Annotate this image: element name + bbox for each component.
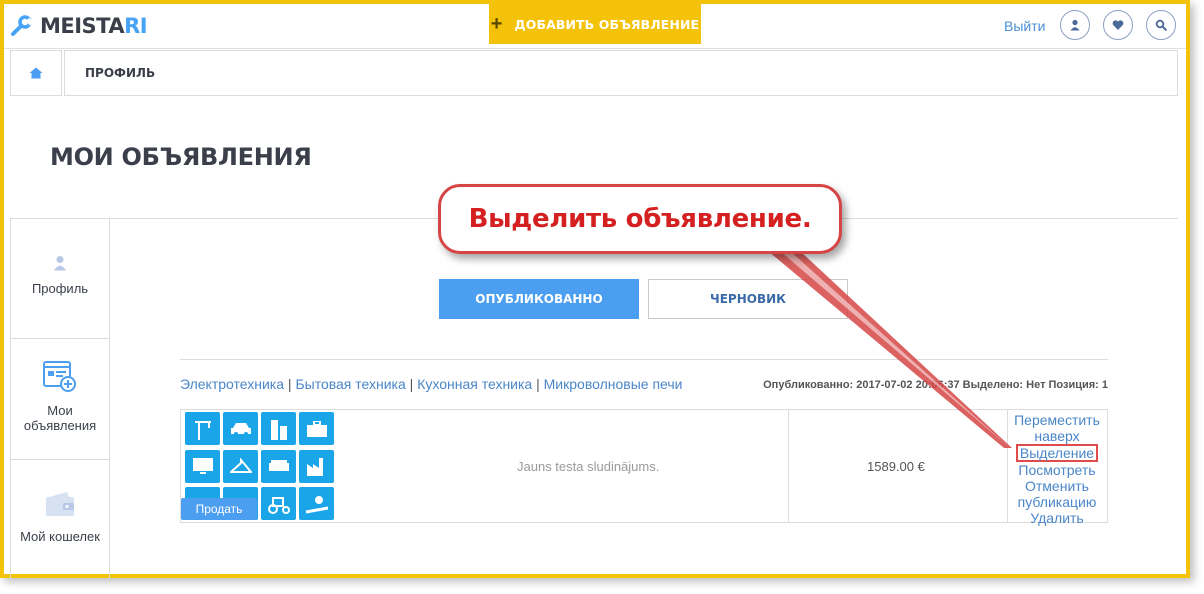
add-listing-label: ДОБАВИТЬ ОБЪЯВЛЕНИЕ: [514, 16, 700, 32]
annotation-callout: Выделить объявление.: [438, 184, 842, 254]
category-path: Электротехника | Бытовая техника | Кухон…: [180, 376, 683, 392]
top-navbar: MEISTARI + ДОБАВИТЬ ОБЪЯВЛЕНИЕ Выйти: [4, 4, 1186, 49]
sidebar-item-label: объявления: [23, 418, 97, 433]
view-link[interactable]: Посмотреть: [1007, 462, 1107, 478]
wrench-icon: [11, 15, 32, 36]
category-link[interactable]: Кухонная техника: [417, 376, 532, 392]
divider: [180, 359, 1108, 360]
page-title: МОИ ОБЪЯВЛЕНИЯ: [50, 143, 312, 171]
move-up-link[interactable]: Переместить наверх: [1007, 412, 1107, 444]
sofa-icon: [261, 449, 296, 483]
logo-text: MEISTARI: [40, 14, 148, 38]
tab-published[interactable]: ОПУБЛИКОВАННО: [439, 279, 639, 319]
hanger-icon: [223, 449, 258, 483]
delete-link[interactable]: Удалить: [1007, 510, 1107, 526]
callout-text: Выделить объявление.: [468, 204, 812, 234]
column-divider: [788, 410, 789, 522]
briefcase-icon: [299, 412, 334, 445]
listing-title[interactable]: Jauns testa sludinājums.: [517, 459, 659, 474]
sidebar-item-label: Мои: [47, 403, 73, 418]
breadcrumb: ПРОФИЛЬ: [10, 50, 1178, 96]
sidebar-item-label: Профиль: [31, 281, 89, 296]
listing-actions: Переместить наверх Выделение Посмотреть О…: [1007, 412, 1107, 526]
tab-draft[interactable]: ЧЕРНОВИК: [648, 279, 848, 319]
sell-button[interactable]: Продать: [181, 498, 257, 520]
search-button[interactable]: [1146, 10, 1176, 40]
tv-icon: [185, 449, 220, 483]
buildings-icon: [261, 412, 296, 445]
profile-button[interactable]: [1060, 10, 1090, 40]
vacation-icon: [299, 487, 334, 521]
category-link[interactable]: Электротехника: [180, 376, 284, 392]
category-link[interactable]: Бытовая техника: [295, 376, 405, 392]
favorites-button[interactable]: [1103, 10, 1133, 40]
sidebar-item-profile[interactable]: Профиль: [11, 255, 109, 339]
car-icon: [223, 412, 258, 445]
wallet-icon: [46, 492, 74, 516]
crane-icon: [185, 412, 220, 445]
heart-icon: [1112, 20, 1124, 30]
breadcrumb-current: ПРОФИЛЬ: [64, 50, 1178, 96]
home-icon: [29, 67, 43, 79]
category-link[interactable]: Микроволновые печи: [544, 376, 683, 392]
factory-icon: [299, 449, 334, 483]
listing-row: Продать Jauns testa sludinājums. 1589.00…: [180, 409, 1108, 526]
ads-icon: [43, 361, 76, 392]
logout-link[interactable]: Выйти: [1004, 18, 1045, 34]
listing-price: 1589.00 €: [867, 459, 925, 474]
unpublish-link[interactable]: Отменить публикацию: [1007, 478, 1107, 510]
sidebar: Профиль Мои объявления Мой кошелек: [10, 218, 110, 578]
logo[interactable]: MEISTARI: [10, 14, 148, 38]
user-icon: [54, 256, 66, 271]
add-listing-button[interactable]: + ДОБАВИТЬ ОБЪЯВЛЕНИЕ: [489, 4, 701, 44]
highlight-link[interactable]: Выделение: [1015, 444, 1099, 462]
sidebar-item-my-ads[interactable]: Мои объявления: [11, 338, 109, 460]
user-icon: [1070, 19, 1080, 31]
search-icon: [1155, 19, 1167, 31]
sidebar-item-wallet[interactable]: Мой кошелек: [11, 491, 109, 551]
plus-icon: +: [490, 13, 503, 35]
tractor-icon: [261, 487, 296, 521]
listing-meta: Опубликованно: 2017-07-02 20:06:37 Выдел…: [763, 379, 1108, 391]
sidebar-item-label: Мой кошелек: [20, 529, 100, 544]
breadcrumb-home[interactable]: [10, 50, 62, 96]
